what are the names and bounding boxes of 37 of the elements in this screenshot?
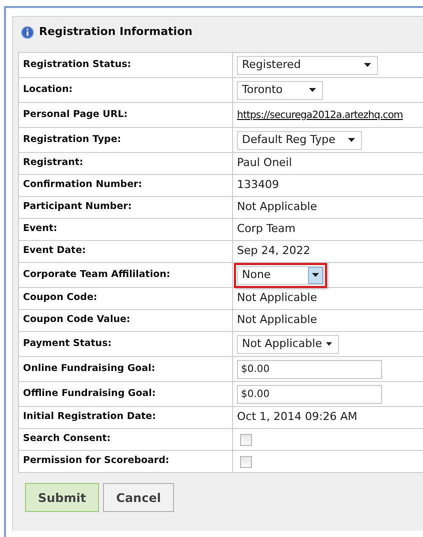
- dropdown[interactable]: None: [237, 266, 324, 284]
- personal-page-link[interactable]: https://securega2012a.artezhq.com: [237, 108, 403, 122]
- field-value: 133409: [237, 177, 279, 194]
- submit-button[interactable]: Submit: [25, 483, 100, 512]
- field-label: Event Date:: [23, 244, 86, 258]
- field-label: Location:: [23, 82, 73, 97]
- field-label: Registrant:: [23, 156, 84, 170]
- dropdown[interactable]: Registered: [237, 56, 378, 74]
- dropdown[interactable]: Not Applicable: [237, 334, 339, 354]
- field-value: Sep 24, 2022: [237, 243, 310, 260]
- field-value: Paul Oneil: [237, 155, 292, 172]
- field-value: Not Applicable: [237, 312, 317, 328]
- amount-field[interactable]: $0.00: [237, 360, 382, 378]
- field-label: Initial Registration Date:: [23, 410, 156, 424]
- amount-field[interactable]: $0.00: [237, 384, 382, 404]
- cancel-button[interactable]: Cancel: [103, 483, 174, 512]
- field-value: Oct 1, 2014 09:26 AM: [237, 409, 358, 426]
- field-label: Coupon Code Value:: [23, 313, 130, 328]
- field-value: Not Applicable: [237, 290, 317, 306]
- field-label: Search Consent:: [23, 432, 111, 446]
- field-label: Payment Status:: [23, 336, 112, 351]
- field-value: Corp Team: [237, 221, 296, 238]
- panel-title: Registration Information: [39, 24, 192, 40]
- field-label: Personal Page URL:: [23, 108, 128, 122]
- field-label: Corporate Team Affililation:: [23, 268, 170, 282]
- field-label: Event:: [23, 222, 58, 236]
- field-label: Participant Number:: [23, 200, 132, 214]
- field-label: Confirmation Number:: [23, 178, 142, 192]
- dropdown[interactable]: Toronto: [237, 80, 323, 100]
- field-label: Registration Type:: [23, 132, 122, 147]
- field-value: Not Applicable: [237, 199, 317, 216]
- dropdown[interactable]: Default Reg Type: [237, 130, 362, 150]
- field-label: Coupon Code:: [23, 291, 98, 306]
- field-label: Permission for Scoreboard:: [23, 454, 170, 468]
- field-label: Online Fundraising Goal:: [23, 362, 156, 376]
- field-label: Offline Fundraising Goal:: [23, 386, 156, 401]
- field-label: Registration Status:: [23, 58, 132, 72]
